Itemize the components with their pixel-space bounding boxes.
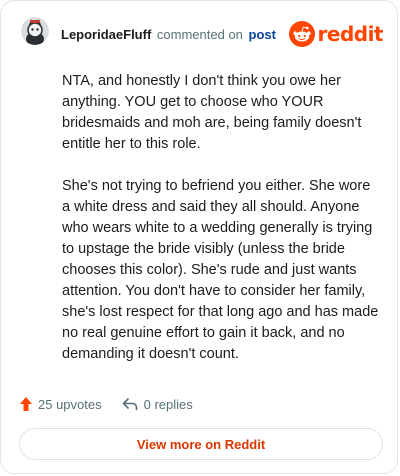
reddit-wordmark: reddit xyxy=(317,22,384,46)
comment-body: NTA, and honestly I don't think you owe … xyxy=(62,71,380,386)
comment-footer: 25 upvotes 0 replies xyxy=(19,393,193,415)
replies-button[interactable]: 0 replies xyxy=(122,397,193,412)
user-avatar[interactable] xyxy=(21,17,49,45)
reply-count: 0 replies xyxy=(143,396,193,412)
comment-header: LeporidaeFluff commented on post reddit xyxy=(21,15,384,55)
comment-embed-card: LeporidaeFluff commented on post reddit … xyxy=(0,0,398,474)
reddit-logo-icon xyxy=(288,21,315,47)
reply-arrow-icon xyxy=(122,398,137,411)
comment-paragraph: NTA, and honestly I don't think you owe … xyxy=(62,73,362,152)
upvote-button[interactable]: 25 upvotes xyxy=(19,396,102,412)
reddit-brand[interactable]: reddit xyxy=(288,21,384,47)
comment-byline: LeporidaeFluff commented on post xyxy=(61,27,276,43)
upvote-arrow-icon xyxy=(20,397,32,411)
post-link[interactable]: post xyxy=(249,27,276,42)
comment-paragraph: She's not trying to befriend you either.… xyxy=(62,178,379,362)
upvote-count: 25 upvotes xyxy=(38,396,102,412)
author-username[interactable]: LeporidaeFluff xyxy=(61,27,151,42)
avatar-icon xyxy=(21,17,49,45)
view-more-button[interactable]: View more on Reddit xyxy=(19,428,383,460)
comment-action-text: commented on xyxy=(156,27,243,42)
